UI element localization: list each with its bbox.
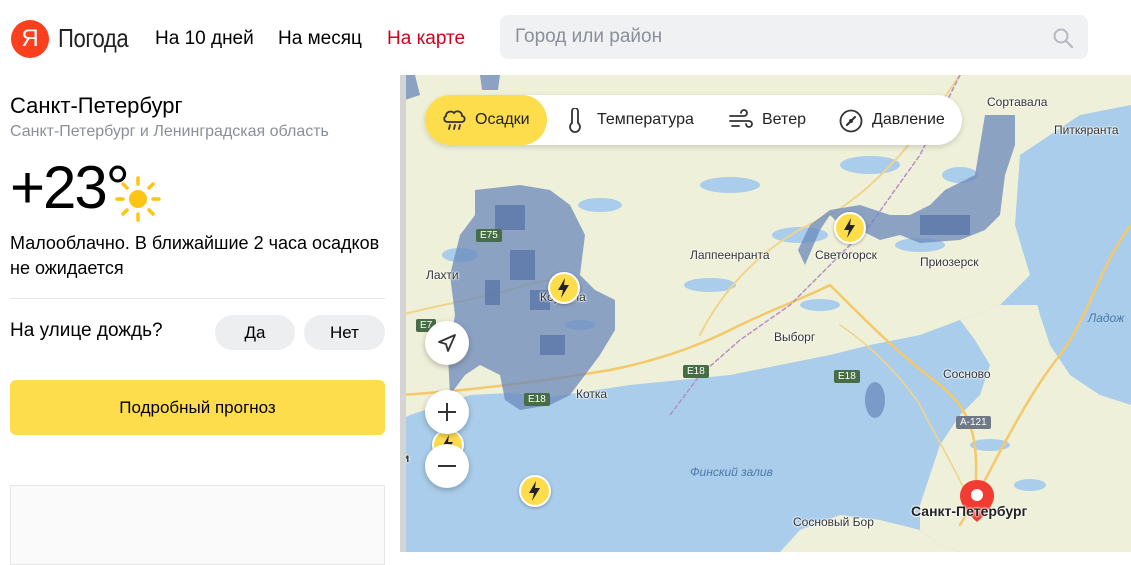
place-sosnovo: Сосново bbox=[943, 367, 991, 381]
sun-icon bbox=[115, 176, 161, 222]
panel-map-separator bbox=[400, 75, 406, 552]
place-lappeenranta: Лаппеенранта bbox=[690, 248, 770, 262]
lightning-marker[interactable] bbox=[548, 272, 580, 304]
place-gulf-of-finland: Финский залив bbox=[690, 465, 773, 479]
detailed-forecast-button[interactable]: Подробный прогноз bbox=[10, 380, 385, 435]
pressure-gauge-icon bbox=[839, 109, 863, 133]
rain-yes-button[interactable]: Да bbox=[215, 315, 295, 350]
lightning-icon bbox=[844, 218, 855, 238]
place-kotka: Котка bbox=[576, 387, 608, 401]
nav-10-days[interactable]: На 10 дней bbox=[155, 28, 254, 50]
city-name: Санкт-Петербург bbox=[10, 93, 183, 118]
place-vyborg: Выборг bbox=[774, 330, 816, 344]
wind-icon bbox=[729, 109, 753, 128]
layer-label: Температура bbox=[597, 111, 694, 128]
layer-label: Осадки bbox=[475, 111, 530, 128]
minus-icon bbox=[438, 465, 456, 467]
place-svetogorsk: Светогорск bbox=[815, 248, 877, 262]
place-pitkyaranta: Питкяранта bbox=[1054, 123, 1119, 137]
weather-panel: Санкт-Петербург Санкт-Петербург и Ленинг… bbox=[0, 75, 400, 565]
road-badge-e18-2: E18 bbox=[834, 370, 860, 383]
place-saint-petersburg: Санкт-Петербург bbox=[911, 503, 1028, 519]
lightning-icon bbox=[529, 481, 540, 501]
search-input[interactable] bbox=[515, 15, 1035, 59]
search-icon[interactable] bbox=[1052, 27, 1074, 49]
place-sortavala: Сортавала bbox=[987, 95, 1048, 109]
map-base bbox=[400, 75, 1131, 552]
current-temperature: +23° bbox=[10, 154, 130, 221]
nav-month[interactable]: На месяц bbox=[278, 28, 362, 50]
place-priozersk: Приозерск bbox=[920, 255, 979, 269]
precipitation-icon bbox=[443, 110, 466, 130]
layer-wind[interactable]: Ветер bbox=[728, 95, 818, 145]
ad-placeholder bbox=[10, 485, 385, 565]
layer-label: Давление bbox=[872, 111, 945, 128]
road-badge-e18: E18 bbox=[683, 365, 709, 378]
thermometer-icon bbox=[569, 108, 581, 133]
lightning-marker[interactable] bbox=[834, 212, 866, 244]
navigation-arrow-icon bbox=[438, 334, 456, 352]
search-box bbox=[500, 15, 1088, 59]
service-name[interactable]: Погода bbox=[58, 23, 129, 54]
road-badge-e18-3: E18 bbox=[524, 393, 550, 406]
place-lahti: Лахти bbox=[426, 268, 459, 282]
road-badge-e75: E75 bbox=[476, 229, 502, 242]
rain-question: На улице дождь? bbox=[10, 320, 163, 341]
layer-pressure[interactable]: Давление bbox=[838, 95, 953, 145]
map-layer-switcher: Осадки Температура Ветер Давление bbox=[425, 95, 962, 145]
plus-icon bbox=[438, 403, 456, 421]
place-sosnovy-bor: Сосновый Бор bbox=[793, 515, 874, 529]
region-name[interactable]: Санкт-Петербург и Ленинградская область bbox=[10, 123, 329, 141]
lightning-marker[interactable] bbox=[519, 475, 551, 507]
precipitation-map[interactable]: Сортавала Питкяранта Лаппеенранта Светог… bbox=[400, 75, 1131, 552]
zoom-in-button[interactable] bbox=[425, 390, 469, 434]
yandex-logo[interactable]: Я bbox=[11, 20, 49, 58]
divider bbox=[10, 298, 385, 299]
layer-temperature[interactable]: Температура bbox=[565, 95, 710, 145]
layer-precipitation[interactable]: Осадки bbox=[425, 95, 547, 145]
layer-label: Ветер bbox=[762, 111, 806, 128]
geolocation-button[interactable] bbox=[425, 321, 469, 365]
zoom-out-button[interactable] bbox=[425, 444, 469, 488]
lightning-icon bbox=[558, 278, 569, 298]
place-ladoga: Ладож bbox=[1088, 311, 1125, 325]
nav-map[interactable]: На карте bbox=[387, 28, 465, 50]
header: Я Погода На 10 дней На месяц На карте bbox=[0, 0, 1131, 75]
rain-no-button[interactable]: Нет bbox=[304, 315, 385, 350]
road-badge-a121: A-121 bbox=[956, 416, 991, 429]
weather-description: Малооблачно. В ближайшие 2 часа осадков … bbox=[10, 233, 380, 278]
